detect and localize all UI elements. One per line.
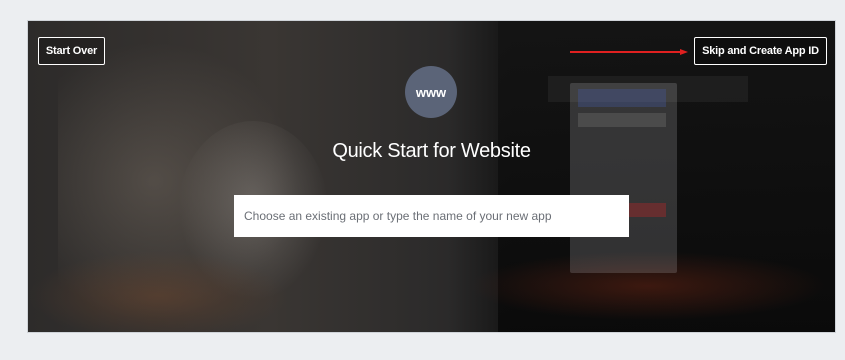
blurred-facebook-button: [578, 89, 666, 107]
skip-and-create-app-id-button[interactable]: Skip and Create App ID: [694, 37, 827, 65]
start-over-button[interactable]: Start Over: [38, 37, 105, 65]
background-blurred-login-card: [570, 83, 677, 273]
right-arrow-icon: [570, 49, 688, 55]
quick-start-hero: Start Over Skip and Create App ID www Qu…: [28, 21, 835, 332]
www-icon: www: [405, 66, 457, 118]
blurred-google-button: [578, 113, 666, 127]
page: Start Over Skip and Create App ID www Qu…: [0, 0, 845, 360]
page-title: Quick Start for Website: [332, 140, 531, 162]
background-table-shape: [28, 251, 288, 332]
app-name-input[interactable]: [234, 195, 629, 237]
www-icon-label: www: [415, 84, 447, 100]
